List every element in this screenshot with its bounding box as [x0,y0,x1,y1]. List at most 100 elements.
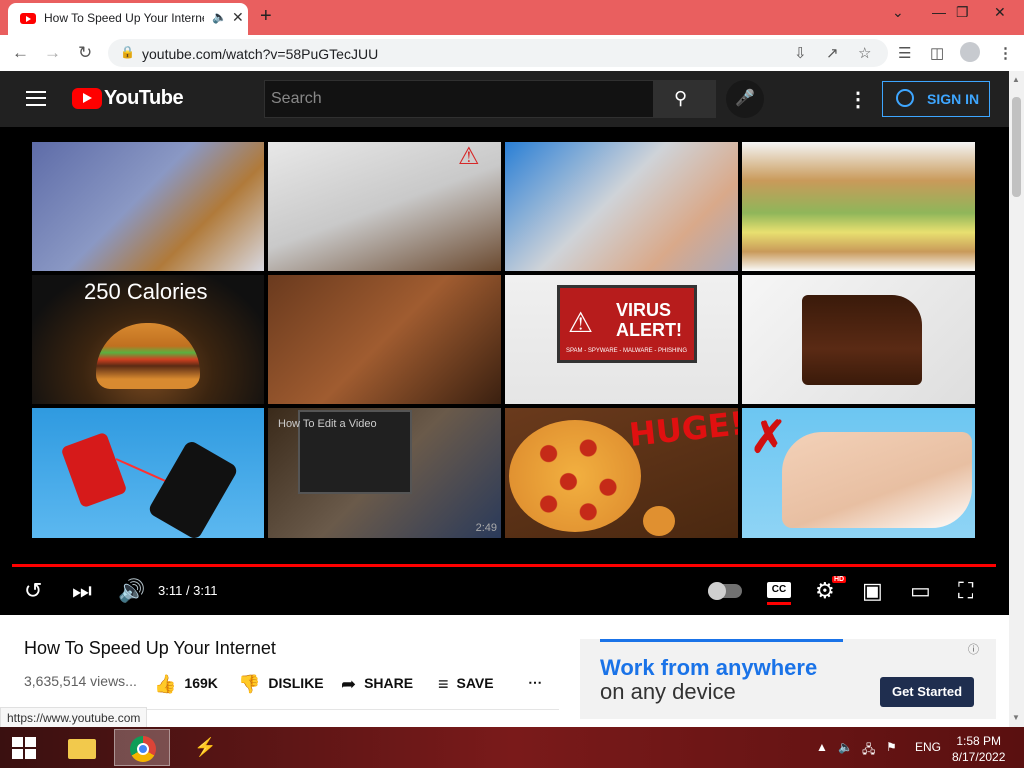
folder-icon [68,739,96,759]
virus-alert-title: VIRUS ALERT! [616,300,682,340]
volume-muted-icon[interactable]: 🔈 [838,740,853,754]
youtube-logo-text[interactable]: YouTube [104,87,184,110]
profile-avatar[interactable] [960,42,980,62]
dislike-button[interactable]: 👎 DISLIKE [238,674,324,695]
share-icon[interactable]: ↗ [826,44,839,62]
thumbnail-smash-computer[interactable] [505,142,738,271]
bookmark-star-icon[interactable]: ☆ [858,44,871,62]
browser-tab[interactable]: How To Speed Up Your Internet 🔈 ✕ [8,3,248,35]
replay-icon[interactable]: ↺ [24,578,42,604]
window-close-icon[interactable]: ✕ [994,4,1006,21]
media-controls-icon[interactable]: ☰ [898,44,911,62]
lock-icon[interactable]: 🔒 [120,45,135,59]
install-icon[interactable]: ⇩ [794,44,807,62]
system-clock[interactable]: 1:58 PM 8/17/2022 [952,733,1005,765]
playlist-add-icon: ≡ [438,674,449,694]
restore-icon[interactable]: ❐ [956,4,969,21]
tray-expand-icon[interactable]: ▲ [816,740,828,754]
address-bar[interactable]: 🔒 youtube.com/watch?v=58PuGTecJUU [108,39,888,67]
small-pizza-image [643,506,675,536]
search-box[interactable] [264,80,654,118]
virus-alert-screen: ⚠ VIRUS ALERT! SPAM - SPYWARE - MALWARE … [557,285,697,363]
status-bar-url: https://www.youtube.com [0,707,148,729]
phone-image [146,439,240,538]
youtube-favicon-icon [20,13,36,24]
thumbnail-video-editing[interactable]: How To Edit a Video 2:49 [268,408,501,538]
huge-caption: HUGE! [627,408,738,454]
progress-bar[interactable] [12,564,996,567]
search-input[interactable] [265,81,653,117]
save-label: SAVE [456,675,494,691]
thumbnail-cake[interactable] [742,275,975,404]
action-center-icon[interactable]: ⚑ [886,740,897,754]
sign-in-label: SIGN IN [927,91,980,107]
network-tool-taskbar-button[interactable]: ⚡ [176,729,232,766]
new-tab-icon[interactable]: + [260,5,272,28]
speaker-icon[interactable]: 🔈 [212,10,227,24]
autoplay-knob [708,582,726,600]
forward-arrow-icon[interactable]: → [44,43,61,63]
like-button[interactable]: 👍 169K [154,674,218,695]
file-explorer-taskbar-button[interactable] [54,729,110,766]
thumbnail-burger[interactable]: 250 Calories [32,275,264,404]
thumbnail-printer[interactable]: ⚠ [268,142,501,271]
thumbnail-laptop-spill[interactable] [32,142,264,271]
sign-in-button[interactable]: SIGN IN [882,81,990,117]
scrollbar-thumb[interactable] [1012,97,1021,197]
network-icon[interactable]: 🖧 [862,740,875,761]
theater-mode-icon[interactable]: ▭ [910,578,931,604]
minimize-icon[interactable]: — [932,4,946,20]
settings-more-icon[interactable]: ⋮ [848,87,868,112]
browser-tab-strip: How To Speed Up Your Internet 🔈 ✕ + ⌄ — … [0,0,1024,35]
volume-icon[interactable]: 🔊 [118,578,145,604]
ad-accent-bar [600,639,843,642]
search-button[interactable]: ⚲ [654,80,716,118]
search-icon: ⚲ [674,88,688,108]
chrome-menu-icon[interactable]: ⋮ [998,44,1013,62]
thumbnail-pizza[interactable]: HUGE! [505,408,738,538]
ad-banner[interactable]: Work from anywhere on any device Get Sta… [580,639,996,719]
thumbnail-lockpick[interactable] [268,275,501,404]
ad-info-icon[interactable]: ⓘ [968,641,979,657]
like-count: 169K [184,675,218,691]
more-actions-icon[interactable]: ⋯ [528,674,542,691]
scroll-up-icon[interactable]: ▲ [1012,75,1020,84]
autoplay-toggle[interactable] [708,582,742,600]
voice-search-mic-icon[interactable]: 🎤 [726,80,764,118]
reload-icon[interactable]: ↻ [78,43,92,63]
thumbnail-handwash[interactable]: ✗ [742,408,975,538]
hamburger-menu-icon[interactable] [26,91,46,106]
thumbnail-virus-alert[interactable]: ⚠ VIRUS ALERT! SPAM - SPYWARE - MALWARE … [505,275,738,404]
back-arrow-icon[interactable]: ← [12,43,29,63]
view-count[interactable]: 3,635,514 views... [24,673,137,689]
pizza-image [509,420,641,532]
tab-search-chevron-icon[interactable]: ⌄ [892,4,904,21]
ad-subheadline: on any device [600,679,736,704]
miniplayer-icon[interactable]: ▣ [862,578,883,604]
thumbnail-sandwich[interactable] [742,142,975,271]
side-panel-icon[interactable]: ◫ [930,44,944,62]
fullscreen-icon[interactable]: ⛶ [958,578,973,604]
subtitles-active-indicator [767,602,791,605]
page-scrollbar[interactable]: ▲ ▼ [1009,71,1024,727]
language-indicator[interactable]: ENG [915,740,941,754]
ad-cta-button[interactable]: Get Started [880,677,974,707]
save-button[interactable]: ≡ SAVE [438,674,494,695]
thumbnail-coke-phone[interactable] [32,408,264,538]
scroll-down-icon[interactable]: ▼ [1012,713,1020,722]
close-tab-icon[interactable]: ✕ [232,9,244,26]
clock-time: 1:58 PM [956,734,1002,748]
subtitles-button[interactable]: CC [767,582,791,598]
virus-cross-icon: ✗ [750,413,787,462]
browser-toolbar: ← → ↻ 🔒 youtube.com/watch?v=58PuGTecJUU … [0,35,1024,72]
alert-triangle-icon: ⚠ [568,307,594,338]
chrome-taskbar-button[interactable] [114,729,170,766]
share-label: SHARE [364,675,414,691]
start-button[interactable] [12,737,36,759]
tab-title: How To Speed Up Your Internet [44,11,204,25]
video-player[interactable]: ⚠ 250 Calories ⚠ VIRUS ALERT! SPAM - SPY… [0,127,1009,615]
youtube-logo-icon[interactable] [72,88,102,109]
windows-logo-icon [12,737,23,747]
share-button[interactable]: ➦ SHARE [341,674,413,695]
next-video-icon[interactable]: ⏭ [72,578,92,604]
